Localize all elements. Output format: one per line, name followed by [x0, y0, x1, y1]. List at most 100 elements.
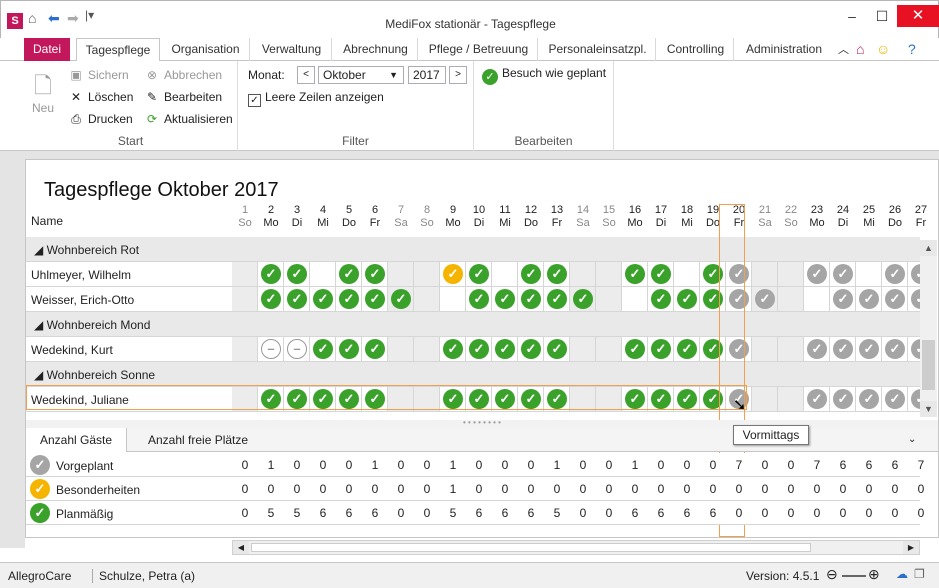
tab-datei[interactable]: Datei	[24, 38, 70, 61]
collapse-ribbon-icon[interactable]: ︿	[838, 41, 849, 57]
day-cell[interactable]: ✓	[700, 387, 726, 411]
day-cell[interactable]	[232, 287, 258, 311]
day-cell[interactable]: ✓	[492, 387, 518, 411]
tab-controlling[interactable]: Controlling	[658, 38, 734, 61]
day-cell[interactable]: ✓	[856, 337, 882, 361]
day-cell[interactable]	[310, 262, 336, 286]
day-cell[interactable]: ✓	[648, 387, 674, 411]
day-cell[interactable]	[752, 337, 778, 361]
scroll-up-button[interactable]: ▲	[920, 240, 937, 256]
horizontal-scroll-thumb[interactable]	[251, 543, 811, 552]
day-cell[interactable]: ✓	[310, 337, 336, 361]
day-cell[interactable]: ✓	[570, 287, 596, 311]
group-row[interactable]: ◢ Wohnbereich Sonne	[26, 362, 920, 387]
empty-rows-checkbox[interactable]: ✓ Leere Zeilen anzeigen	[248, 90, 384, 107]
day-cell[interactable]	[232, 387, 258, 411]
day-cell[interactable]: ✓	[700, 287, 726, 311]
day-cell[interactable]: ✓	[518, 262, 544, 286]
scroll-right-button[interactable]: ▶	[903, 541, 919, 554]
day-cell[interactable]: ✓	[440, 337, 466, 361]
tab-abrechnung[interactable]: Abrechnung	[334, 38, 418, 61]
day-cell[interactable]	[440, 287, 466, 311]
day-cell[interactable]: ✓	[804, 337, 830, 361]
day-cell[interactable]	[492, 262, 518, 286]
prev-month-button[interactable]: <	[297, 66, 315, 84]
tab-tagespflege[interactable]: Tagespflege	[76, 38, 160, 62]
day-cell[interactable]: ✓	[882, 337, 908, 361]
tab-verwaltung[interactable]: Verwaltung	[252, 38, 332, 61]
day-cell[interactable]: ✓	[622, 387, 648, 411]
day-cell[interactable]: ✓	[856, 387, 882, 411]
day-cell[interactable]: ✓	[362, 287, 388, 311]
day-cell[interactable]: ✓	[284, 387, 310, 411]
help-icon[interactable]: ?	[908, 41, 916, 57]
day-cell[interactable]	[804, 287, 830, 311]
day-cell[interactable]: ✓	[284, 287, 310, 311]
day-cell[interactable]	[388, 262, 414, 286]
minimize-button[interactable]: –	[837, 5, 867, 27]
tab-organisation[interactable]: Organisation	[162, 38, 250, 61]
next-month-button[interactable]: >	[449, 66, 467, 84]
day-cell[interactable]	[752, 262, 778, 286]
table-row[interactable]: Wedekind, Kurt––✓✓✓✓✓✓✓✓✓✓✓✓✓✓✓✓✓✓	[26, 337, 934, 362]
home-settings-icon[interactable]: ⌂	[856, 41, 864, 57]
day-cell[interactable]	[414, 387, 440, 411]
day-cell[interactable]: ✓	[518, 287, 544, 311]
horizontal-scrollbar[interactable]: ◀ ▶	[232, 540, 920, 555]
day-cell[interactable]: ✓	[544, 287, 570, 311]
scroll-thumb[interactable]	[922, 340, 935, 390]
day-cell[interactable]: ✓	[726, 337, 752, 361]
day-cell[interactable]: ✓	[700, 262, 726, 286]
day-cell[interactable]	[570, 262, 596, 286]
day-cell[interactable]	[388, 337, 414, 361]
day-cell[interactable]: ✓	[310, 387, 336, 411]
day-cell[interactable]: ✓	[544, 387, 570, 411]
day-cell[interactable]: ✓	[362, 262, 388, 286]
day-cell[interactable]: ✓	[336, 262, 362, 286]
delete-button[interactable]: ✕ Löschen	[68, 90, 133, 104]
day-cell[interactable]: ✓	[830, 387, 856, 411]
day-cell[interactable]	[778, 287, 804, 311]
year-input[interactable]: 2017	[408, 66, 446, 84]
day-cell[interactable]: ✓	[518, 387, 544, 411]
zoom-out-icon[interactable]: ⊖	[826, 566, 838, 583]
day-cell[interactable]: ✓	[466, 287, 492, 311]
day-cell[interactable]: ✓	[648, 262, 674, 286]
day-cell[interactable]	[778, 387, 804, 411]
day-cell[interactable]	[232, 262, 258, 286]
day-cell[interactable]: ✓	[466, 337, 492, 361]
day-cell[interactable]	[596, 287, 622, 311]
scroll-down-button[interactable]: ▼	[920, 401, 937, 417]
day-cell[interactable]: ✓	[258, 262, 284, 286]
day-cell[interactable]: ✓	[544, 262, 570, 286]
day-cell[interactable]: ✓	[648, 287, 674, 311]
refresh-button[interactable]: ⟳ Aktualisieren	[144, 112, 233, 126]
day-cell[interactable]: ✓	[752, 287, 778, 311]
day-cell[interactable]: ✓	[882, 387, 908, 411]
save-button[interactable]: ▣ Sichern	[68, 68, 128, 82]
day-cell[interactable]: ✓	[258, 287, 284, 311]
day-cell[interactable]	[414, 337, 440, 361]
day-cell[interactable]	[232, 337, 258, 361]
day-cell[interactable]: ✓	[882, 262, 908, 286]
smiley-icon[interactable]: ☺	[876, 41, 890, 57]
tab-anzahl-freie-plaetze[interactable]: Anzahl freie Plätze	[134, 428, 262, 452]
day-cell[interactable]: ✓	[830, 337, 856, 361]
day-cell[interactable]: –	[284, 337, 310, 361]
close-button[interactable]: ✕	[897, 5, 939, 27]
day-cell[interactable]	[778, 337, 804, 361]
day-cell[interactable]: ✓	[258, 387, 284, 411]
day-cell[interactable]: ✓	[674, 387, 700, 411]
maximize-button[interactable]: ☐	[867, 5, 897, 27]
day-cell[interactable]: ✓	[648, 337, 674, 361]
zoom-in-icon[interactable]: ⊕	[868, 566, 880, 583]
day-cell[interactable]: ✓	[726, 287, 752, 311]
day-cell[interactable]: ✓	[622, 337, 648, 361]
day-cell[interactable]: ✓	[518, 337, 544, 361]
day-cell[interactable]	[596, 387, 622, 411]
day-cell[interactable]	[596, 262, 622, 286]
day-cell[interactable]: ✓	[674, 337, 700, 361]
day-cell[interactable]	[778, 262, 804, 286]
day-cell[interactable]: ✓	[336, 387, 362, 411]
scroll-left-button[interactable]: ◀	[233, 541, 249, 554]
